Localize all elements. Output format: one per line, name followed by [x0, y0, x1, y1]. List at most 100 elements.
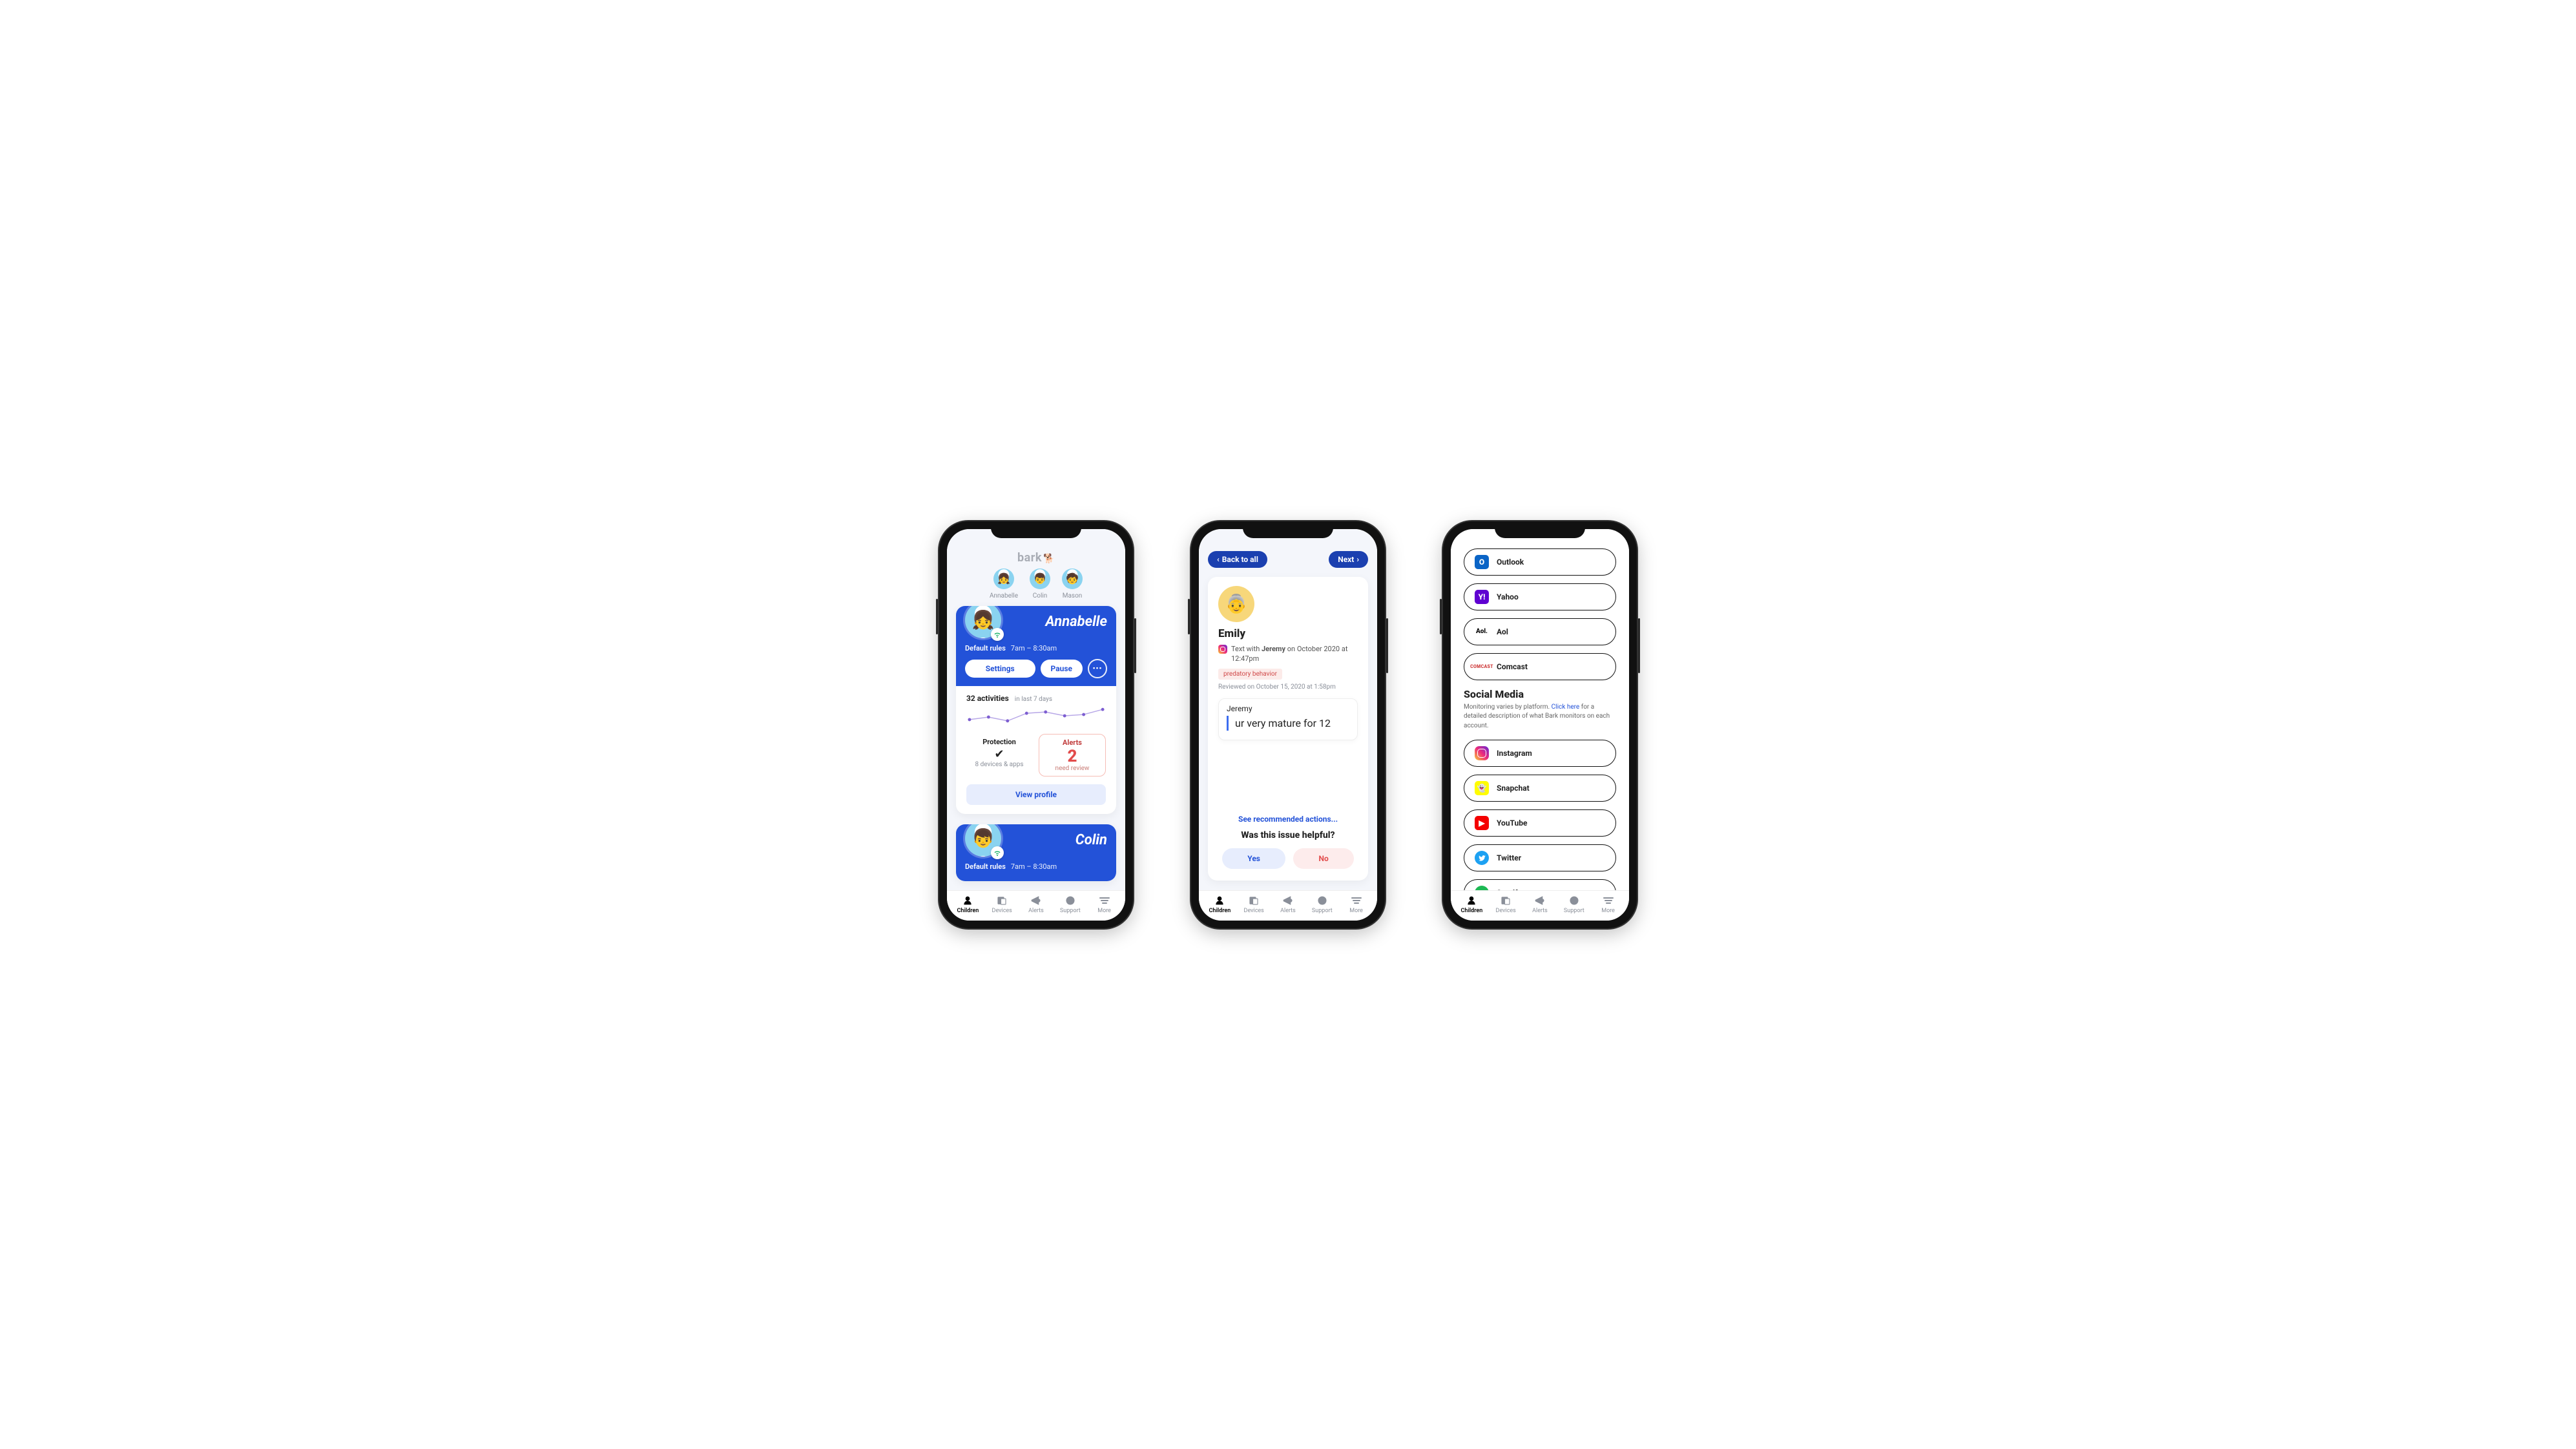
tab-children[interactable]: Children	[1203, 895, 1237, 914]
child-chip-annabelle[interactable]: Annabelle	[990, 568, 1018, 599]
account-button-yahoo[interactable]: Y! Yahoo	[1464, 583, 1616, 610]
more-icon	[1097, 895, 1112, 906]
chevron-right-icon: ›	[1356, 555, 1359, 564]
phone-notch	[1495, 521, 1585, 538]
tab-support[interactable]: Support	[1053, 895, 1087, 914]
child-chip-label: Annabelle	[990, 592, 1018, 599]
account-button-outlook[interactable]: O Outlook	[1464, 548, 1616, 576]
tab-label: Children	[957, 908, 979, 914]
protection-box[interactable]: Protection ✔ 8 devices & apps	[966, 734, 1032, 777]
children-icon	[1212, 895, 1227, 906]
alert-detail-screen: ‹ Back to all Next › Emily Text with Je	[1199, 529, 1377, 890]
tab-alerts[interactable]: Alerts	[1271, 895, 1305, 914]
children-icon	[961, 895, 975, 906]
child-chip-label: Colin	[1030, 592, 1050, 599]
account-button-aol[interactable]: Aol. Aol	[1464, 618, 1616, 645]
account-label: Outlook	[1497, 558, 1524, 567]
devices-icon	[1499, 895, 1513, 906]
account-button-twitter[interactable]: Twitter	[1464, 844, 1616, 871]
tab-more[interactable]: More	[1339, 895, 1373, 914]
card-header-actions: Settings Pause •••	[965, 659, 1107, 678]
brand-dog-icon: 🐕	[1043, 554, 1055, 564]
account-label: Snapchat	[1497, 784, 1530, 793]
rules-value: 7am – 8:30am	[1011, 862, 1057, 871]
protection-sub: 8 devices & apps	[969, 761, 1030, 768]
protection-title: Protection	[969, 738, 1030, 746]
tab-alerts[interactable]: Alerts	[1019, 895, 1054, 914]
alerts-icon	[1281, 895, 1295, 906]
three-phone-stage: bark🐕 Annabelle Colin Mason	[913, 483, 1663, 967]
phone-1: bark🐕 Annabelle Colin Mason	[939, 521, 1133, 928]
tab-devices[interactable]: Devices	[985, 895, 1019, 914]
account-button-snapchat[interactable]: 👻 Snapchat	[1464, 775, 1616, 802]
helpful-no-button[interactable]: No	[1293, 848, 1354, 869]
bottom-tab-bar: Children Devices Alerts Support More	[947, 890, 1125, 921]
tab-label: Support	[1060, 908, 1081, 914]
alert-category-tag: predatory behavior	[1218, 669, 1282, 680]
more-actions-button[interactable]: •••	[1088, 659, 1107, 678]
account-label: YouTube	[1497, 818, 1528, 828]
child-chip-avatar	[1062, 568, 1083, 589]
alerts-sub: need review	[1042, 765, 1103, 772]
alert-meta-text: Text with Jeremy on October 2020 at 12:4…	[1231, 644, 1358, 664]
child-card-colin: Colin Default rules 7am – 8:30am	[956, 824, 1116, 881]
tab-support[interactable]: Support	[1557, 895, 1591, 914]
message-card: Jeremy ur very mature for 12	[1218, 698, 1358, 740]
rules-label: Default rules	[965, 862, 1006, 871]
click-here-link[interactable]: Click here	[1552, 704, 1580, 711]
account-label: Instagram	[1497, 749, 1532, 758]
helpful-yes-button[interactable]: Yes	[1222, 848, 1285, 869]
next-button[interactable]: Next ›	[1329, 551, 1368, 568]
tab-more[interactable]: More	[1087, 895, 1121, 914]
rules-label: Default rules	[965, 644, 1006, 652]
settings-button[interactable]: Settings	[965, 660, 1035, 678]
child-chip-colin[interactable]: Colin	[1030, 568, 1050, 599]
account-button-instagram[interactable]: Instagram	[1464, 740, 1616, 767]
child-card-annabelle: Annabelle Default rules 7am – 8:30am Set…	[956, 606, 1116, 814]
recommended-actions-link[interactable]: See recommended actions...	[1218, 815, 1358, 824]
next-label: Next	[1338, 555, 1354, 564]
tab-label: More	[1097, 908, 1111, 914]
pause-button[interactable]: Pause	[1041, 660, 1083, 678]
activity-sparkline	[966, 705, 1106, 727]
devices-icon	[995, 895, 1009, 906]
brand-logo: bark🐕	[947, 551, 1125, 565]
account-button-comcast[interactable]: COMCAST Comcast	[1464, 653, 1616, 680]
tab-support[interactable]: Support	[1305, 895, 1339, 914]
child-chip-mason[interactable]: Mason	[1062, 568, 1083, 599]
connect-accounts-screen: O Outlook Y! Yahoo Aol. Aol COMCAST Comc…	[1451, 529, 1629, 890]
tab-label: Devices	[1244, 908, 1264, 914]
view-profile-button[interactable]: View profile	[966, 784, 1106, 805]
snapchat-icon: 👻	[1475, 781, 1489, 795]
tab-label: Devices	[1496, 908, 1516, 914]
phone-notch	[991, 521, 1081, 538]
back-label: Back to all	[1222, 555, 1258, 564]
tab-label: Alerts	[1028, 908, 1044, 914]
tab-alerts[interactable]: Alerts	[1523, 895, 1557, 914]
wifi-status-icon	[991, 846, 1004, 859]
tab-more[interactable]: More	[1591, 895, 1625, 914]
account-label: Comcast	[1497, 662, 1528, 671]
instagram-icon	[1475, 746, 1489, 760]
section-description: Monitoring varies by platform. Click her…	[1464, 703, 1616, 731]
default-rules-line: Default rules 7am – 8:30am	[965, 644, 1107, 652]
alerts-box[interactable]: Alerts 2 need review	[1039, 734, 1106, 777]
tab-devices[interactable]: Devices	[1237, 895, 1271, 914]
rules-value: 7am – 8:30am	[1011, 644, 1057, 652]
account-button-spotify[interactable]: Spotify	[1464, 879, 1616, 890]
alerts-icon	[1533, 895, 1547, 906]
tab-devices[interactable]: Devices	[1489, 895, 1523, 914]
tab-children[interactable]: Children	[951, 895, 985, 914]
back-to-all-button[interactable]: ‹ Back to all	[1208, 551, 1267, 568]
more-icon	[1601, 895, 1615, 906]
tab-children[interactable]: Children	[1455, 895, 1489, 914]
account-button-youtube[interactable]: ▶ YouTube	[1464, 809, 1616, 837]
message-sender: Jeremy	[1227, 704, 1349, 713]
phone-2: ‹ Back to all Next › Emily Text with Je	[1191, 521, 1385, 928]
support-icon	[1063, 895, 1077, 906]
comcast-icon: COMCAST	[1475, 660, 1489, 674]
child-chip-label: Mason	[1062, 592, 1083, 599]
instagram-icon	[1218, 645, 1227, 654]
phone-notch	[1243, 521, 1333, 538]
child-name: Emily	[1218, 627, 1358, 640]
